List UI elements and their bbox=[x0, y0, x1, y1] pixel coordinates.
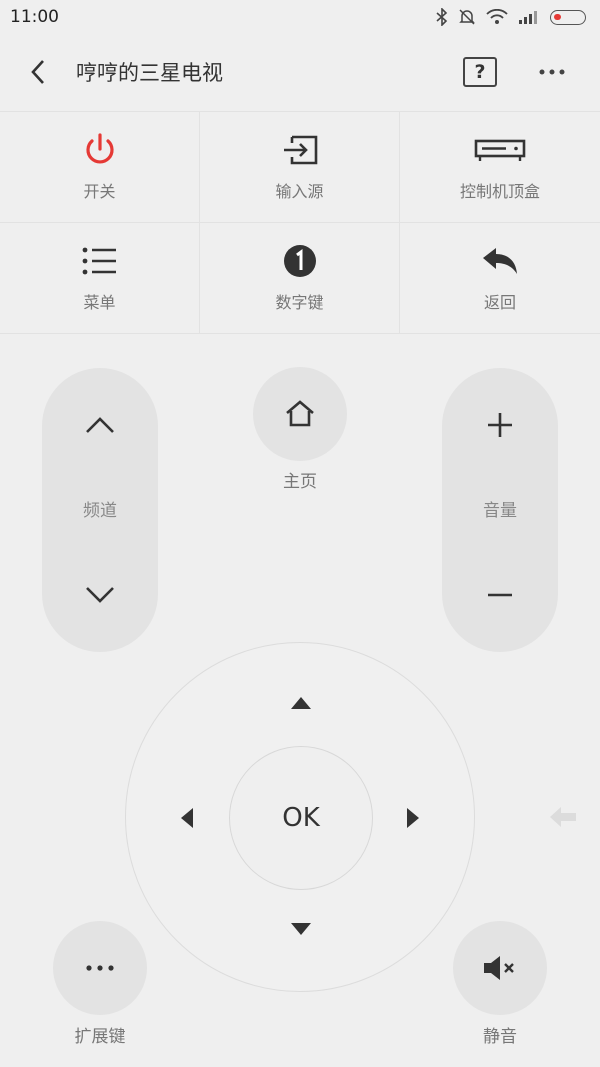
chevron-down-icon bbox=[86, 587, 114, 603]
triangle-up-icon bbox=[291, 697, 311, 709]
signal-icon bbox=[519, 11, 537, 24]
dpad-left-button[interactable] bbox=[165, 796, 209, 840]
home-button[interactable] bbox=[253, 367, 347, 461]
more-dots-icon bbox=[539, 69, 565, 75]
speaker-mute-icon bbox=[484, 956, 514, 980]
mute-label: 静音 bbox=[483, 1027, 517, 1047]
more-options-button[interactable] bbox=[532, 69, 572, 75]
menu-label: 菜单 bbox=[83, 293, 116, 312]
dpad-right-button[interactable] bbox=[391, 796, 435, 840]
back-button[interactable] bbox=[0, 34, 76, 110]
set-top-box-label: 控制机顶盒 bbox=[459, 182, 540, 201]
home-icon bbox=[286, 400, 314, 427]
wifi-icon bbox=[486, 9, 508, 24]
dpad-up-button[interactable] bbox=[279, 681, 323, 725]
power-icon bbox=[82, 132, 118, 168]
volume-down-button[interactable] bbox=[442, 560, 558, 630]
reply-back-icon bbox=[481, 243, 519, 279]
input-source-icon bbox=[280, 132, 320, 168]
power-label: 开关 bbox=[83, 182, 116, 201]
channel-control: 频道 bbox=[42, 368, 158, 652]
menu-list-icon bbox=[82, 243, 118, 279]
directional-pad: OK bbox=[125, 642, 475, 992]
more-dots-icon bbox=[86, 965, 114, 971]
status-time: 11:00 bbox=[10, 7, 59, 27]
bluetooth-icon bbox=[436, 8, 448, 26]
silent-bell-icon bbox=[459, 9, 475, 25]
volume-control: 音量 bbox=[442, 368, 558, 652]
triangle-right-icon bbox=[407, 808, 419, 828]
input-source-label: 输入源 bbox=[275, 182, 324, 201]
function-grid: 开关 输入源 控制机顶盒 菜单 数字键 返回 bbox=[0, 111, 600, 334]
status-icons bbox=[436, 8, 586, 26]
extend-keys-button[interactable] bbox=[53, 921, 147, 1015]
menu-button[interactable]: 菜单 bbox=[0, 223, 200, 334]
status-bar: 11:00 bbox=[0, 0, 600, 34]
page-title: 哼哼的三星电视 bbox=[76, 61, 223, 85]
number-keys-label: 数字键 bbox=[275, 293, 324, 312]
return-label: 返回 bbox=[483, 293, 516, 312]
input-source-button[interactable]: 输入源 bbox=[200, 112, 400, 223]
ok-button[interactable]: OK bbox=[229, 746, 373, 890]
channel-up-button[interactable] bbox=[42, 390, 158, 460]
return-button[interactable]: 返回 bbox=[400, 223, 600, 334]
set-top-box-button[interactable]: 控制机顶盒 bbox=[400, 112, 600, 223]
plus-icon bbox=[488, 413, 512, 437]
triangle-down-icon bbox=[291, 923, 311, 935]
extend-keys-label: 扩展键 bbox=[74, 1027, 126, 1047]
help-button[interactable]: ? bbox=[463, 57, 497, 87]
swipe-hint-arrow-icon bbox=[550, 807, 576, 827]
battery-icon bbox=[550, 9, 586, 25]
number-keys-button[interactable]: 数字键 bbox=[200, 223, 400, 334]
dpad-down-button[interactable] bbox=[279, 907, 323, 951]
power-button[interactable]: 开关 bbox=[0, 112, 200, 223]
chevron-left-icon bbox=[31, 60, 44, 84]
minus-icon bbox=[488, 593, 512, 597]
volume-up-button[interactable] bbox=[442, 390, 558, 460]
triangle-left-icon bbox=[181, 808, 193, 828]
volume-label: 音量 bbox=[483, 501, 517, 521]
mute-button[interactable] bbox=[453, 921, 547, 1015]
channel-label: 频道 bbox=[83, 501, 117, 521]
set-top-box-icon bbox=[474, 132, 526, 168]
channel-down-button[interactable] bbox=[42, 560, 158, 630]
home-label: 主页 bbox=[283, 472, 317, 492]
number-one-icon bbox=[283, 243, 317, 279]
app-bar: 哼哼的三星电视 ? bbox=[0, 34, 600, 110]
chevron-up-icon bbox=[86, 417, 114, 433]
